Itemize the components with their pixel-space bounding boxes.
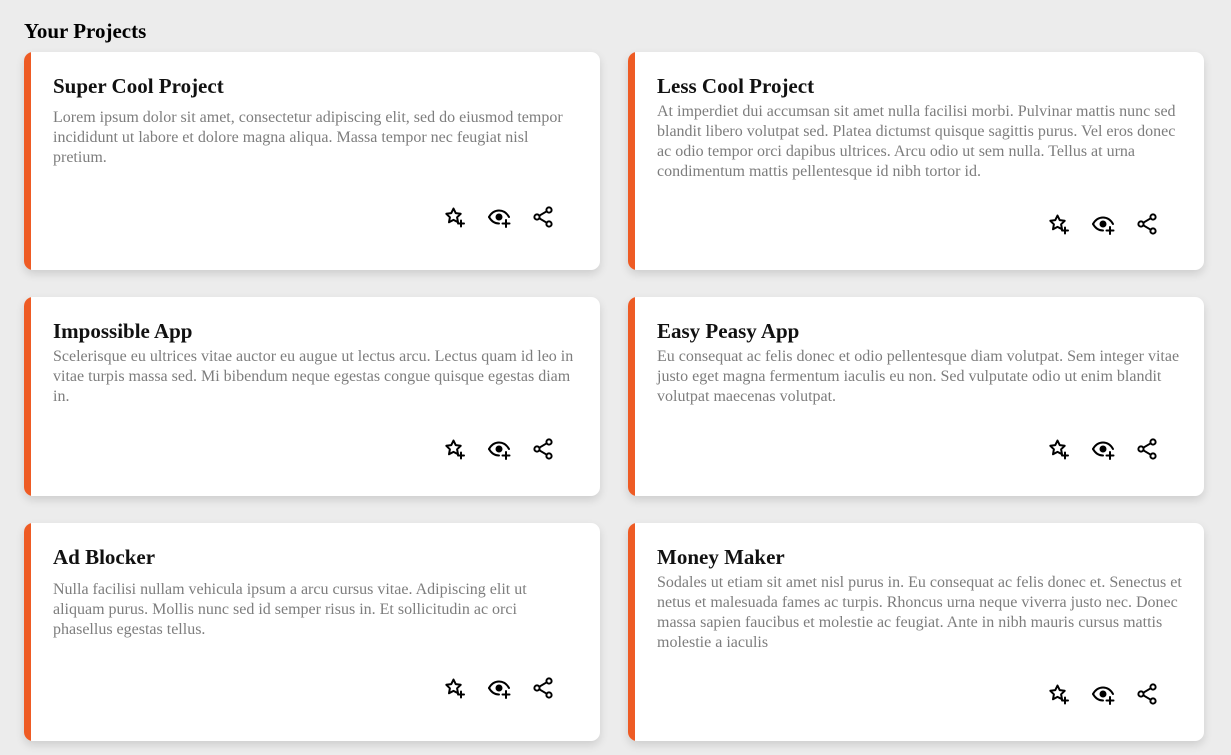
- project-title: Impossible App: [53, 319, 193, 343]
- project-card: Ad Blocker Nulla facilisi nullam vehicul…: [24, 523, 600, 741]
- card-accent-bar: [628, 523, 635, 741]
- share-icon[interactable]: [1135, 212, 1159, 236]
- project-description: Lorem ipsum dolor sit amet, consectetur …: [53, 109, 563, 166]
- star-plus-icon[interactable]: [443, 437, 467, 461]
- share-icon[interactable]: [531, 437, 555, 461]
- project-description: At imperdiet dui accumsan sit amet nulla…: [657, 103, 1176, 180]
- card-actions: [1047, 212, 1159, 236]
- share-icon[interactable]: [531, 676, 555, 700]
- star-plus-icon[interactable]: [443, 676, 467, 700]
- project-card: Impossible App Scelerisque eu ultrices v…: [24, 297, 600, 496]
- project-card: Less Cool Project At imperdiet dui accum…: [628, 52, 1204, 270]
- card-actions: [443, 205, 555, 229]
- star-plus-icon[interactable]: [1047, 682, 1071, 706]
- star-plus-icon[interactable]: [1047, 212, 1071, 236]
- eye-plus-icon[interactable]: [487, 205, 511, 229]
- star-plus-icon[interactable]: [1047, 437, 1071, 461]
- project-title: Less Cool Project: [657, 74, 815, 98]
- card-accent-bar: [628, 52, 635, 270]
- eye-plus-icon[interactable]: [487, 676, 511, 700]
- share-icon[interactable]: [531, 205, 555, 229]
- project-description: Eu consequat ac felis donec et odio pell…: [657, 348, 1180, 405]
- share-icon[interactable]: [1135, 437, 1159, 461]
- project-card: Money Maker Sodales ut etiam sit amet ni…: [628, 523, 1204, 741]
- card-accent-bar: [24, 52, 31, 270]
- project-title: Super Cool Project: [53, 74, 224, 98]
- page-title: Your Projects: [24, 19, 147, 43]
- card-actions: [443, 437, 555, 461]
- card-actions: [1047, 437, 1159, 461]
- eye-plus-icon[interactable]: [1091, 437, 1115, 461]
- project-description: Nulla facilisi nullam vehicula ipsum a a…: [53, 581, 527, 638]
- project-title: Ad Blocker: [53, 545, 156, 569]
- card-accent-bar: [24, 523, 31, 741]
- project-description: Scelerisque eu ultrices vitae auctor eu …: [53, 348, 574, 405]
- project-title: Easy Peasy App: [657, 319, 800, 343]
- project-card: Super Cool Project Lorem ipsum dolor sit…: [24, 52, 600, 270]
- star-plus-icon[interactable]: [443, 205, 467, 229]
- card-actions: [1047, 682, 1159, 706]
- card-actions: [443, 676, 555, 700]
- project-description: Sodales ut etiam sit amet nisl purus in.…: [657, 574, 1182, 651]
- card-accent-bar: [628, 297, 635, 496]
- card-accent-bar: [24, 297, 31, 496]
- eye-plus-icon[interactable]: [1091, 682, 1115, 706]
- project-title: Money Maker: [657, 545, 785, 569]
- eye-plus-icon[interactable]: [1091, 212, 1115, 236]
- eye-plus-icon[interactable]: [487, 437, 511, 461]
- share-icon[interactable]: [1135, 682, 1159, 706]
- project-card: Easy Peasy App Eu consequat ac felis don…: [628, 297, 1204, 496]
